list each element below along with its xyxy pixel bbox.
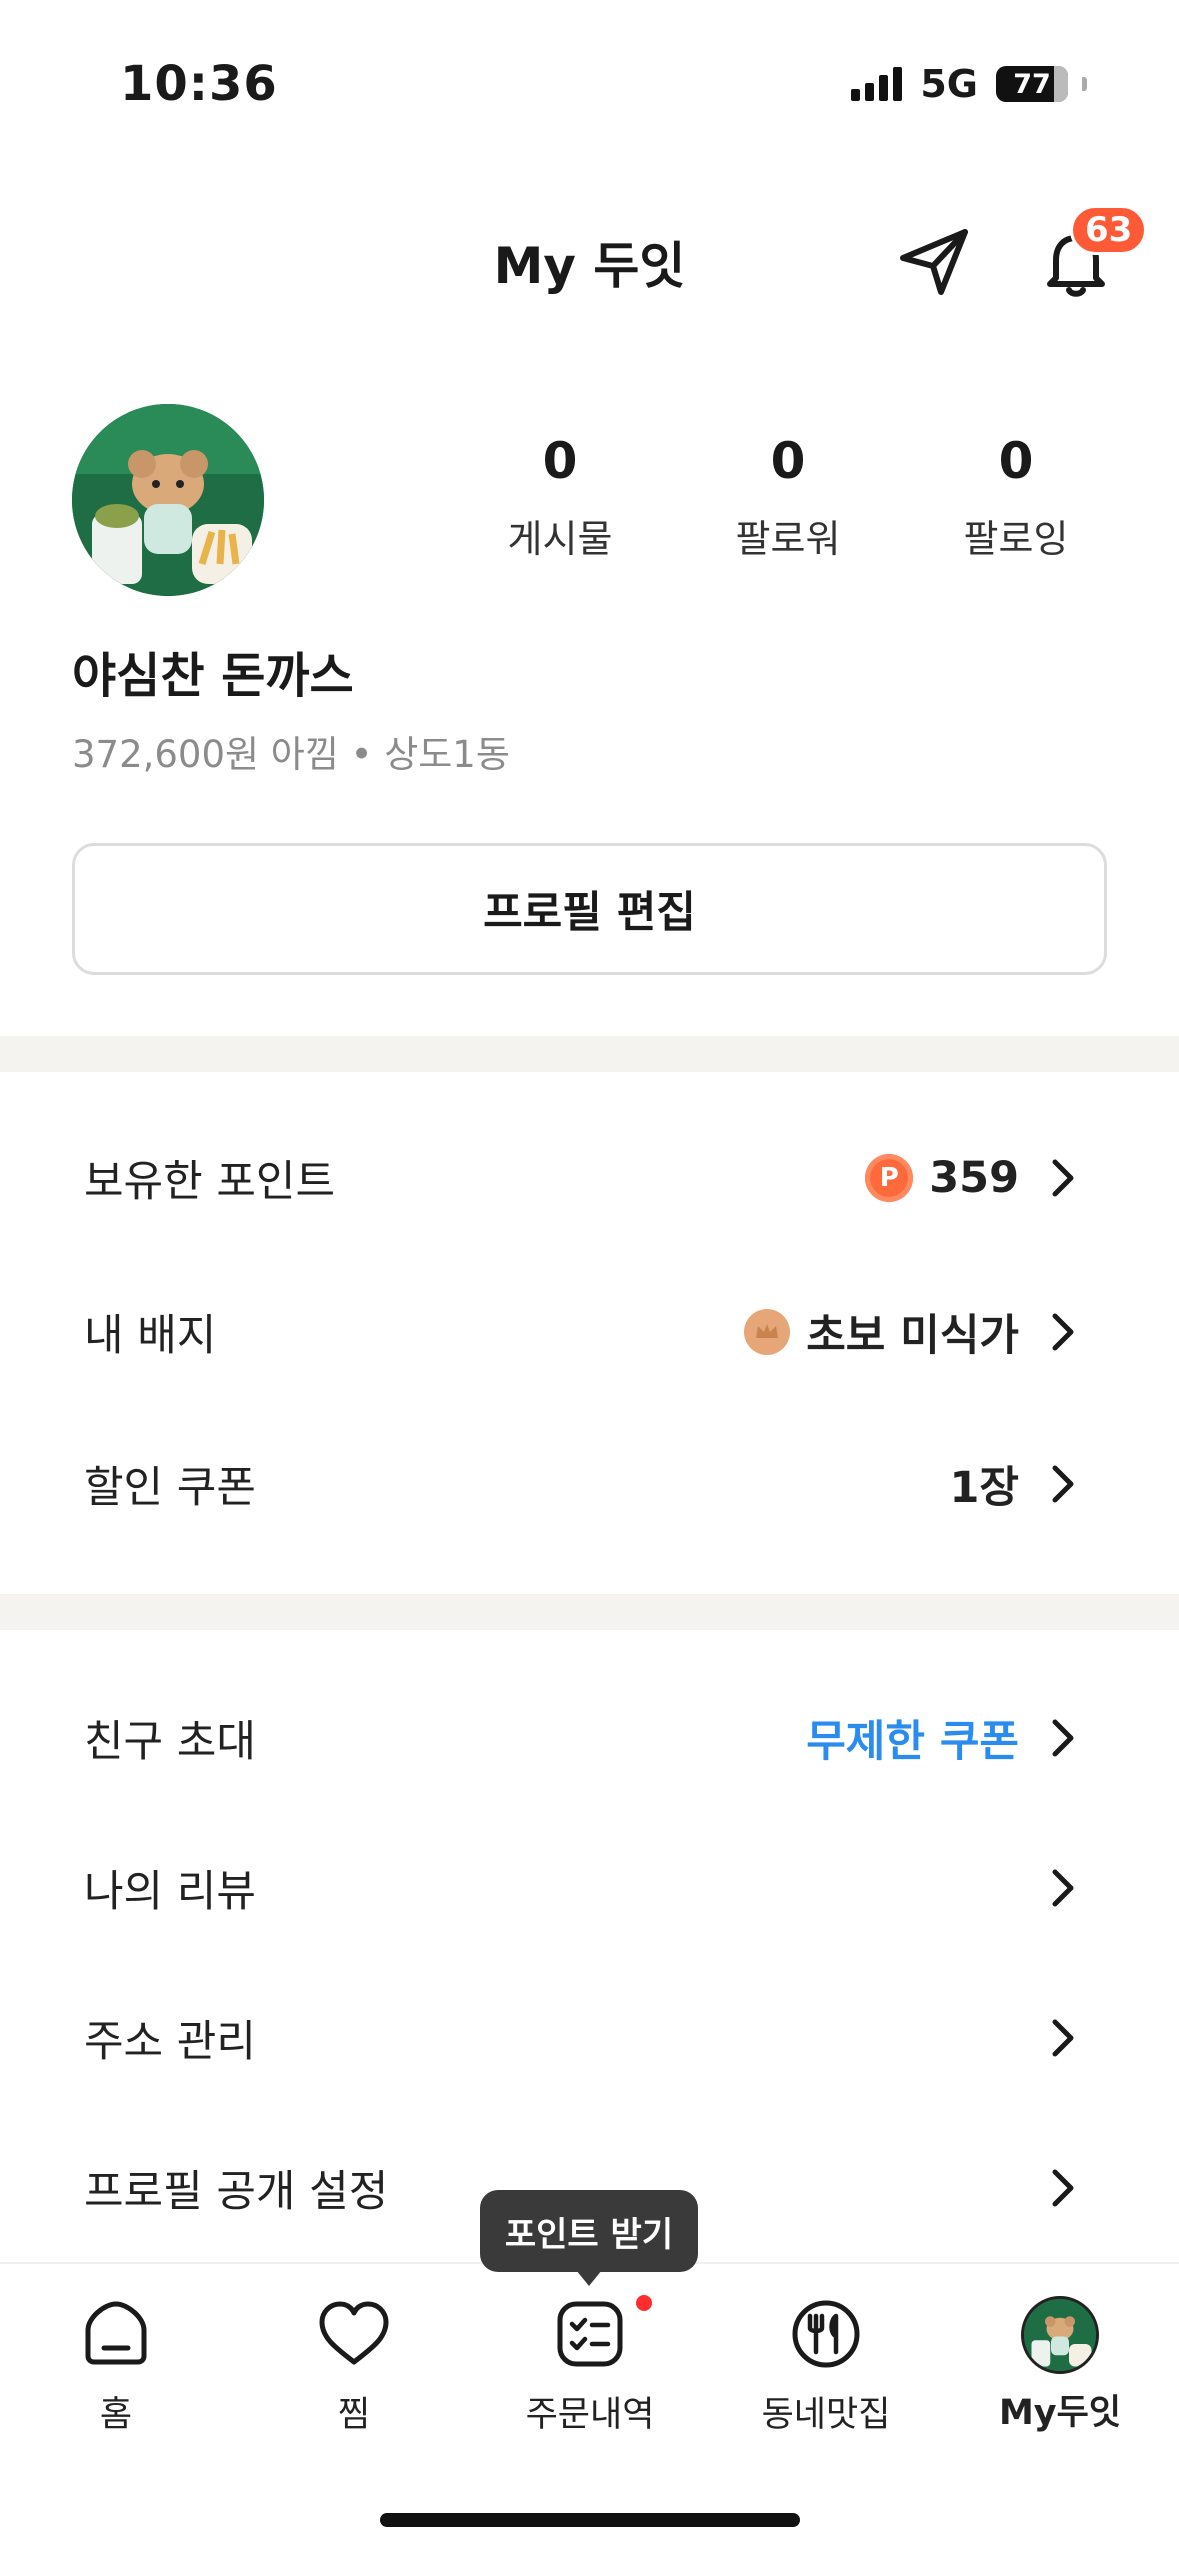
following-label: 팔로잉 <box>963 517 1069 561</box>
section-divider <box>0 1036 1179 1072</box>
new-indicator-dot <box>636 2295 652 2311</box>
coupon-value: 1장 <box>949 1463 1019 1513</box>
home-icon <box>85 2301 147 2365</box>
points-label: 보유한 포인트 <box>84 1157 336 1207</box>
row-my-reviews[interactable]: 나의 리뷰 <box>0 1818 1179 1958</box>
network-label: 5G <box>920 62 978 106</box>
followers-label: 팔로워 <box>735 517 841 561</box>
tab-favorites-label: 찜 <box>337 2395 371 2435</box>
stat-posts[interactable]: 0 게시물 <box>460 432 660 563</box>
stat-followers[interactable]: 0 팔로워 <box>688 432 888 563</box>
privacy-label: 프로필 공개 설정 <box>84 2167 389 2217</box>
tab-avatar <box>1021 2296 1099 2374</box>
chevron-right-icon <box>1052 1159 1074 1197</box>
crown-badge-icon <box>744 1309 791 1355</box>
edit-profile-button[interactable]: 프로필 편집 <box>72 843 1107 975</box>
order-list-icon <box>557 2301 623 2367</box>
chevron-right-icon <box>1052 1869 1074 1907</box>
profile-photo-small <box>1024 2299 1096 2371</box>
badge-value: 초보 미식가 <box>806 1311 1019 1361</box>
heart-icon <box>319 2301 389 2365</box>
tab-home[interactable]: 홈 <box>16 2296 216 2437</box>
tab-orders-label: 주문내역 <box>525 2395 655 2435</box>
battery-level: 77 <box>1013 68 1051 100</box>
send-icon <box>900 229 968 295</box>
coupon-label: 할인 쿠폰 <box>84 1463 256 1513</box>
point-coin-icon: P <box>865 1154 914 1202</box>
reviews-label: 나의 리뷰 <box>84 1867 256 1917</box>
tab-local-restaurants-label: 동네맛집 <box>761 2395 891 2435</box>
invite-value: 무제한 쿠폰 <box>806 1717 1019 1767</box>
tab-favorites[interactable]: 찜 <box>254 2296 454 2437</box>
status-time: 10:36 <box>120 56 278 112</box>
savings-info: 372,600원 아낌 • 상도1동 <box>72 733 510 776</box>
battery-icon: 77 <box>996 66 1068 102</box>
points-tooltip[interactable]: 포인트 받기 <box>480 2190 698 2272</box>
screen: 10:36 5G 77 My 두잇 63 0 게시물 0 팔로워 0 팔로잉 야… <box>0 0 1179 2556</box>
section-divider <box>0 1594 1179 1630</box>
tab-home-label: 홈 <box>99 2395 133 2435</box>
row-coupon[interactable]: 할인 쿠폰 1장 <box>0 1414 1179 1554</box>
row-badge[interactable]: 내 배지 초보 미식가 <box>0 1262 1179 1402</box>
row-address[interactable]: 주소 관리 <box>0 1968 1179 2108</box>
tooltip-tail <box>576 2270 602 2286</box>
stat-following[interactable]: 0 팔로잉 <box>916 432 1116 563</box>
send-button[interactable] <box>895 222 975 302</box>
signal-icon <box>851 67 903 101</box>
row-points[interactable]: 보유한 포인트 P 359 <box>0 1108 1179 1248</box>
tab-my-label: My두잇 <box>998 2393 1122 2433</box>
following-count: 0 <box>998 432 1034 490</box>
nickname: 야심찬 돈까스 <box>72 648 354 704</box>
home-indicator[interactable] <box>380 2513 800 2527</box>
tab-local-restaurants[interactable]: 동네맛집 <box>726 2296 926 2437</box>
address-label: 주소 관리 <box>84 2017 256 2067</box>
posts-label: 게시물 <box>507 517 613 561</box>
chevron-right-icon <box>1052 1313 1074 1351</box>
restaurant-icon <box>792 2300 860 2368</box>
followers-count: 0 <box>770 432 806 490</box>
chevron-right-icon <box>1052 2169 1074 2207</box>
chevron-right-icon <box>1052 2019 1074 2057</box>
points-value: 359 <box>929 1153 1019 1203</box>
badge-value-group: 초보 미식가 <box>744 1301 1019 1363</box>
avatar[interactable] <box>72 404 264 596</box>
tab-my[interactable]: My두잇 <box>960 2296 1160 2435</box>
points-value-group: P 359 <box>865 1153 1019 1203</box>
chevron-right-icon <box>1052 1465 1074 1503</box>
profile-photo <box>72 404 264 596</box>
chevron-right-icon <box>1052 1719 1074 1757</box>
badge-label: 내 배지 <box>84 1311 217 1361</box>
status-indicators: 5G 77 <box>851 62 1087 106</box>
posts-count: 0 <box>542 432 578 490</box>
tab-orders[interactable]: 주문내역 <box>490 2296 690 2437</box>
invite-label: 친구 초대 <box>84 1717 256 1767</box>
page-title: My 두잇 <box>493 237 686 295</box>
row-invite-friends[interactable]: 친구 초대 무제한 쿠폰 <box>0 1668 1179 1808</box>
notification-badge: 63 <box>1070 205 1148 255</box>
